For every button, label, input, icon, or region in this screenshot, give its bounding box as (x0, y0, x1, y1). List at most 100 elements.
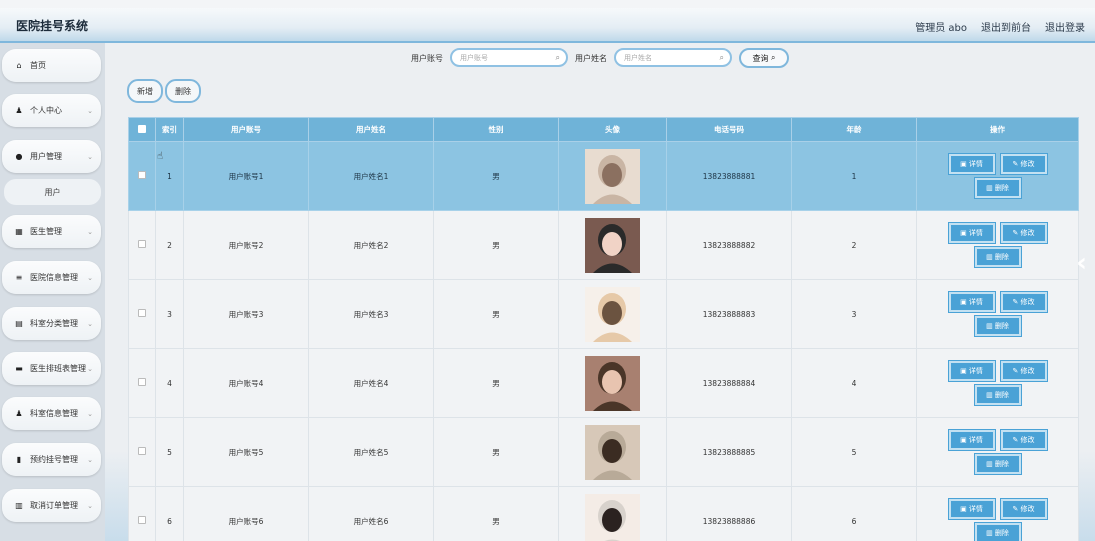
detail-icon: ▣ (960, 505, 967, 513)
detail-label: 详情 (968, 367, 983, 375)
column-header: 年龄 (791, 117, 917, 142)
search-bar: 用户账号 用户账号 ⌕ 用户姓名 用户姓名 ⌕ 查询 ⌕ (105, 47, 1095, 68)
row-select-cell[interactable] (128, 486, 156, 541)
delete-label: 删除 (994, 322, 1009, 330)
sidebar-item-cancel-order[interactable]: ▥ 取消订单管理 ⌄ (2, 489, 101, 522)
query-button[interactable]: 查询 ⌕ (739, 48, 789, 68)
gender-cell: 男 (433, 141, 559, 211)
sidebar-item-doctor-management[interactable]: ▦ 医生管理 ⌄ (2, 215, 101, 248)
row-select-cell[interactable] (128, 279, 156, 349)
row-checkbox[interactable] (138, 309, 146, 317)
name-cell: 用户姓名3 (308, 279, 434, 349)
detail-button[interactable]: ▣ 详情 (948, 361, 995, 381)
table-row[interactable]: 3 用户账号3 用户姓名3 男 13823888883 3 ▣ 详情 ✎ 修改 ▥ 删除 (128, 279, 1079, 349)
sidebar-subitem-user[interactable]: 用户 (4, 179, 101, 205)
delete-label: 删除 (994, 184, 1009, 192)
list-icon: ≡ (15, 273, 23, 282)
name-cell: 用户姓名6 (308, 486, 434, 541)
sidebar-item-user-management[interactable]: ● 用户管理 ⌄ (2, 140, 101, 173)
avatar-cell (558, 348, 667, 418)
table-row[interactable]: 2 用户账号2 用户姓名2 男 13823888882 2 ▣ 详情 ✎ 修改 ▥ 删除 (128, 210, 1079, 280)
sidebar-item-home[interactable]: ⌂ 首页 (2, 49, 101, 82)
delete-button[interactable]: ▥ 删除 (974, 178, 1021, 198)
age-cell: 1 (791, 141, 917, 211)
sidebar-item-department-info[interactable]: ♟ 科室信息管理 ⌄ (2, 397, 101, 430)
chevron-down-icon: ⌄ (87, 501, 93, 510)
row-checkbox[interactable] (138, 240, 146, 248)
delete-button[interactable]: ▥ 删除 (974, 454, 1021, 474)
phone-cell: 13823888884 (666, 348, 792, 418)
detail-button[interactable]: ▣ 详情 (948, 223, 995, 243)
account-cell: 用户账号3 (183, 279, 309, 349)
search-icon: ⌕ (719, 53, 724, 62)
name-search-label: 用户姓名 (575, 54, 607, 63)
chevron-down-icon: ⌄ (87, 106, 93, 115)
sidebar-item-department-category[interactable]: ▤ 科室分类管理 ⌄ (2, 307, 101, 340)
gender-cell: 男 (433, 417, 559, 487)
table-row[interactable]: 6 用户账号6 用户姓名6 男 13823888886 6 ▣ 详情 ✎ 修改 ▥ 删除 (128, 486, 1079, 541)
main-content: 用户账号 用户账号 ⌕ 用户姓名 用户姓名 ⌕ 查询 ⌕ 新增 删除 索引 用户… (105, 43, 1095, 541)
detail-button[interactable]: ▣ 详情 (948, 499, 995, 519)
batch-delete-button[interactable]: 删除 (165, 79, 201, 103)
edit-button[interactable]: ✎ 修改 (1000, 430, 1047, 450)
detail-button[interactable]: ▣ 详情 (948, 292, 995, 312)
detail-icon: ▣ (960, 229, 967, 237)
phone-cell: 13823888883 (666, 279, 792, 349)
edit-button[interactable]: ✎ 修改 (1000, 361, 1047, 381)
column-header: 性别 (433, 117, 559, 142)
exit-to-front-link[interactable]: 退出到前台 (981, 19, 1031, 34)
chevron-down-icon: ⌄ (87, 409, 93, 418)
edit-button[interactable]: ✎ 修改 (1000, 154, 1047, 174)
sidebar-item-label: 用户管理 (30, 152, 62, 161)
sidebar-item-hospital-info[interactable]: ≡ 医院信息管理 ⌄ (2, 261, 101, 294)
table-row[interactable]: 4 用户账号4 用户姓名4 男 13823888884 4 ▣ 详情 ✎ 修改 ▥ 删除 (128, 348, 1079, 418)
name-search-input[interactable]: 用户姓名 ⌕ (614, 48, 732, 67)
sidebar-item-doctor-schedule[interactable]: ▬ 医生排班表管理 ⌄ (2, 352, 101, 385)
row-select-cell[interactable] (128, 141, 156, 211)
edit-label: 修改 (1020, 160, 1035, 168)
row-checkbox[interactable] (138, 516, 146, 524)
sidebar-item-label: 医院信息管理 (30, 273, 78, 282)
detail-button[interactable]: ▣ 详情 (948, 154, 995, 174)
select-all-cell[interactable] (128, 117, 156, 142)
name-cell: 用户姓名4 (308, 348, 434, 418)
avatar-cell (558, 141, 667, 211)
row-checkbox[interactable] (138, 171, 146, 179)
edit-button[interactable]: ✎ 修改 (1000, 223, 1047, 243)
logout-link[interactable]: 退出登录 (1045, 19, 1085, 34)
row-select-cell[interactable] (128, 348, 156, 418)
table-row[interactable]: 5 用户账号5 用户姓名5 男 13823888885 5 ▣ 详情 ✎ 修改 ▥ 删除 (128, 417, 1079, 487)
app-title: 医院挂号系统 (16, 19, 89, 33)
chevron-left-icon[interactable]: ‹ (1076, 248, 1087, 278)
account-search-input[interactable]: 用户账号 ⌕ (450, 48, 568, 67)
browser-bookmark-strip (0, 0, 1095, 15)
row-checkbox[interactable] (138, 378, 146, 386)
person-icon: ♟ (15, 409, 23, 418)
gender-cell: 男 (433, 210, 559, 280)
sidebar-item-label: 医生管理 (30, 227, 62, 236)
detail-button[interactable]: ▣ 详情 (948, 430, 995, 450)
account-search-label: 用户账号 (411, 54, 443, 63)
trash-icon: ▥ (986, 529, 993, 537)
delete-button[interactable]: ▥ 删除 (974, 316, 1021, 336)
avatar-cell (558, 417, 667, 487)
sidebar-item-personal-center[interactable]: ♟ 个人中心 ⌄ (2, 94, 101, 127)
delete-button[interactable]: ▥ 删除 (974, 385, 1021, 405)
row-checkbox[interactable] (138, 447, 146, 455)
avatar (585, 217, 640, 273)
avatar (585, 355, 640, 411)
select-all-checkbox[interactable] (138, 124, 146, 133)
avatar (585, 493, 640, 541)
row-select-cell[interactable] (128, 417, 156, 487)
delete-button[interactable]: ▥ 删除 (974, 247, 1021, 267)
edit-button[interactable]: ✎ 修改 (1000, 499, 1047, 519)
detail-icon: ▣ (960, 160, 967, 168)
account-cell: 用户账号1 (183, 141, 309, 211)
sidebar-item-appointment[interactable]: ▮ 预约挂号管理 ⌄ (2, 443, 101, 476)
account-cell: 用户账号4 (183, 348, 309, 418)
add-button[interactable]: 新增 (127, 79, 163, 103)
row-select-cell[interactable] (128, 210, 156, 280)
table-row[interactable]: 1 用户账号1 用户姓名1 男 13823888881 1 ▣ 详情 ✎ 修改 ▥ 删除 (128, 141, 1079, 211)
delete-button[interactable]: ▥ 删除 (974, 523, 1021, 541)
edit-button[interactable]: ✎ 修改 (1000, 292, 1047, 312)
